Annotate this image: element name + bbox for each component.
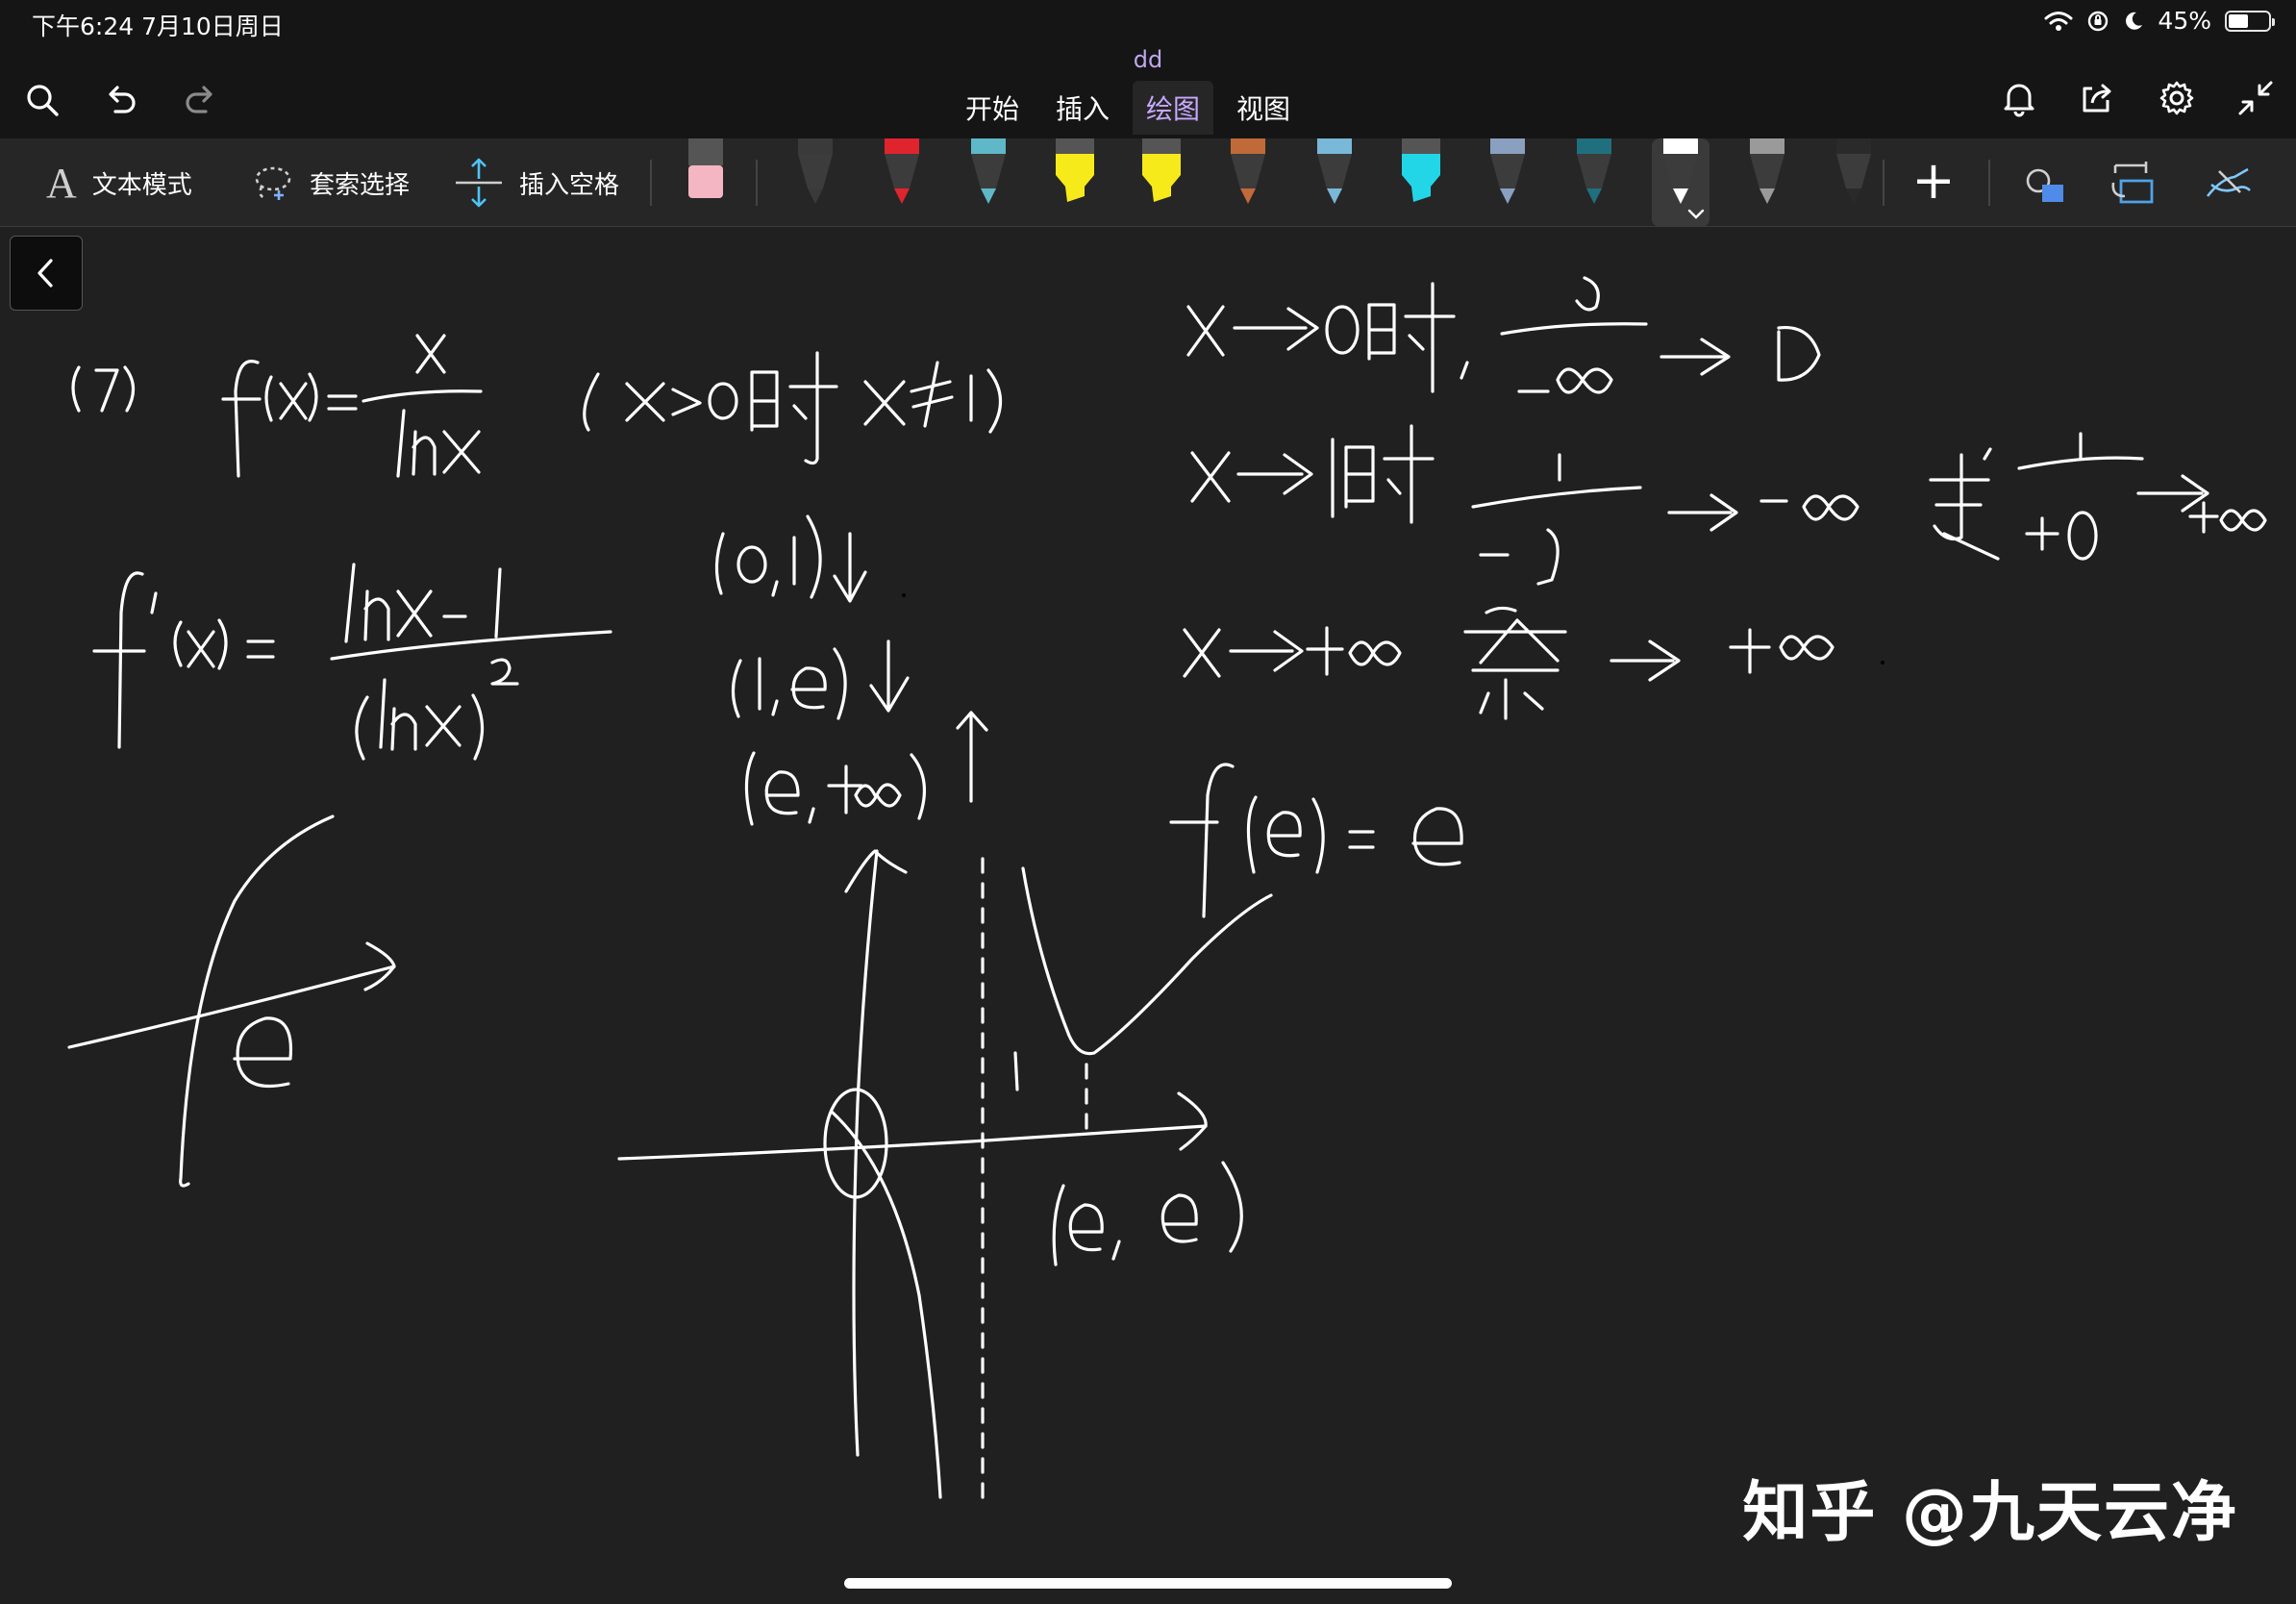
handwritten-intervals: [714, 514, 988, 826]
wifi-icon: [2044, 11, 2073, 31]
status-time: 下午6:24 7月10日周日: [32, 13, 284, 40]
add-pen-button[interactable]: +: [1909, 155, 1959, 208]
pen-7[interactable]: [1306, 138, 1363, 227]
lasso-icon: [255, 166, 291, 200]
tab-home[interactable]: 开始: [952, 81, 1033, 135]
insert-space-button[interactable]: 插入空格: [454, 138, 619, 227]
tab-draw[interactable]: 绘图: [1133, 81, 1214, 135]
title-bar: dd 开始 插入 绘图 视图: [0, 46, 2296, 138]
text-mode-icon: A: [46, 159, 77, 207]
highlighter-5[interactable]: [1133, 138, 1190, 227]
highlighter-icon: [1056, 138, 1094, 202]
lasso-select-label: 套索选择: [310, 170, 411, 200]
note-canvas[interactable]: 知乎 @九天云净: [0, 228, 2296, 1604]
toolbar-divider: [1883, 160, 1884, 206]
highlighter-8[interactable]: [1392, 138, 1450, 227]
watermark: 知乎 @九天云净: [1742, 1475, 2238, 1551]
pen-icon: [1317, 138, 1352, 204]
document-title: dd: [1133, 46, 1163, 73]
share-button[interactable]: [2073, 73, 2123, 123]
settings-button[interactable]: [2152, 73, 2202, 123]
highlighter-4[interactable]: [1046, 138, 1104, 227]
redo-button[interactable]: [175, 75, 225, 125]
toolbar-divider: [1988, 160, 1990, 206]
ink-replay-icon[interactable]: [2202, 158, 2256, 212]
pen-icon: [1490, 138, 1525, 204]
ink-to-shape-icon[interactable]: [2019, 158, 2073, 212]
toolbar-divider: [756, 160, 758, 206]
tab-insert[interactable]: 插入: [1042, 81, 1123, 135]
search-icon: [27, 85, 59, 116]
orientation-lock-icon: [2088, 11, 2109, 31]
text-mode-button[interactable]: A 文本模式: [46, 138, 192, 227]
pen-6[interactable]: [1219, 138, 1277, 227]
moon-icon: [2126, 12, 2143, 30]
gear-icon: [2159, 81, 2194, 115]
handwritten-limits: [1183, 276, 2267, 720]
undo-button[interactable]: [96, 75, 146, 125]
pen-12[interactable]: [1738, 138, 1796, 227]
title-left-actions: [17, 75, 225, 125]
collapse-button[interactable]: [2231, 73, 2281, 123]
pen-icon: [1577, 138, 1611, 204]
eraser-tool[interactable]: [681, 138, 731, 206]
pen-icon: [1836, 138, 1871, 204]
battery-icon: [2225, 10, 2275, 32]
pen-10[interactable]: [1565, 138, 1623, 227]
ink-to-text-icon[interactable]: [2108, 158, 2161, 212]
bell-icon: [2004, 84, 2034, 117]
highlighter-icon: [1402, 138, 1440, 202]
small-sketch-e: [67, 815, 396, 1188]
notifications-button[interactable]: [1994, 73, 2044, 123]
battery-fill: [2229, 13, 2248, 28]
redo-icon: [186, 86, 212, 113]
pen-9[interactable]: [1479, 138, 1536, 227]
pen-icon: [1231, 138, 1265, 204]
function-graph-sketch: [617, 849, 1273, 1499]
tab-view[interactable]: 视图: [1223, 81, 1304, 135]
pen-icon: [971, 138, 1006, 204]
text-mode-label: 文本模式: [91, 170, 192, 200]
search-button[interactable]: [17, 75, 67, 125]
lasso-select-button[interactable]: 套索选择: [252, 138, 410, 227]
highlighter-icon: [1142, 138, 1181, 202]
home-indicator[interactable]: [844, 1578, 1452, 1589]
handwritten-function-definition: [71, 334, 1003, 478]
pen-3[interactable]: [960, 138, 1017, 227]
handwriting-layer: [67, 276, 2267, 1499]
toolbar-divider: [650, 160, 652, 206]
handwritten-derivative: [92, 563, 612, 761]
pen-13[interactable]: [1825, 138, 1883, 227]
pen-1[interactable]: [786, 138, 844, 227]
title-right-actions: [1994, 73, 2281, 123]
insert-space-label: 插入空格: [519, 170, 620, 200]
pen-icon: [885, 138, 919, 204]
collapse-icon: [2238, 81, 2273, 115]
pen-icon: [1750, 138, 1784, 204]
share-icon: [2083, 84, 2111, 113]
pen-2[interactable]: [873, 138, 931, 227]
drawing-toolbar: A 文本模式 套索选择 插入空格 +: [0, 138, 2296, 227]
status-bar: 下午6:24 7月10日周日 45%: [0, 0, 2296, 46]
handwritten-fe-equals-e: [1169, 763, 1463, 918]
battery-percent: 45%: [2158, 7, 2211, 35]
chevron-down-icon: [1687, 209, 1705, 219]
insert-space-icon: [456, 158, 502, 208]
undo-icon: [109, 86, 136, 113]
pen-icon: [798, 138, 833, 204]
pen-11[interactable]: [1652, 138, 1710, 227]
ribbon-tabs: 开始 插入 绘图 视图: [952, 81, 1304, 135]
status-indicators: 45%: [2044, 7, 2275, 35]
